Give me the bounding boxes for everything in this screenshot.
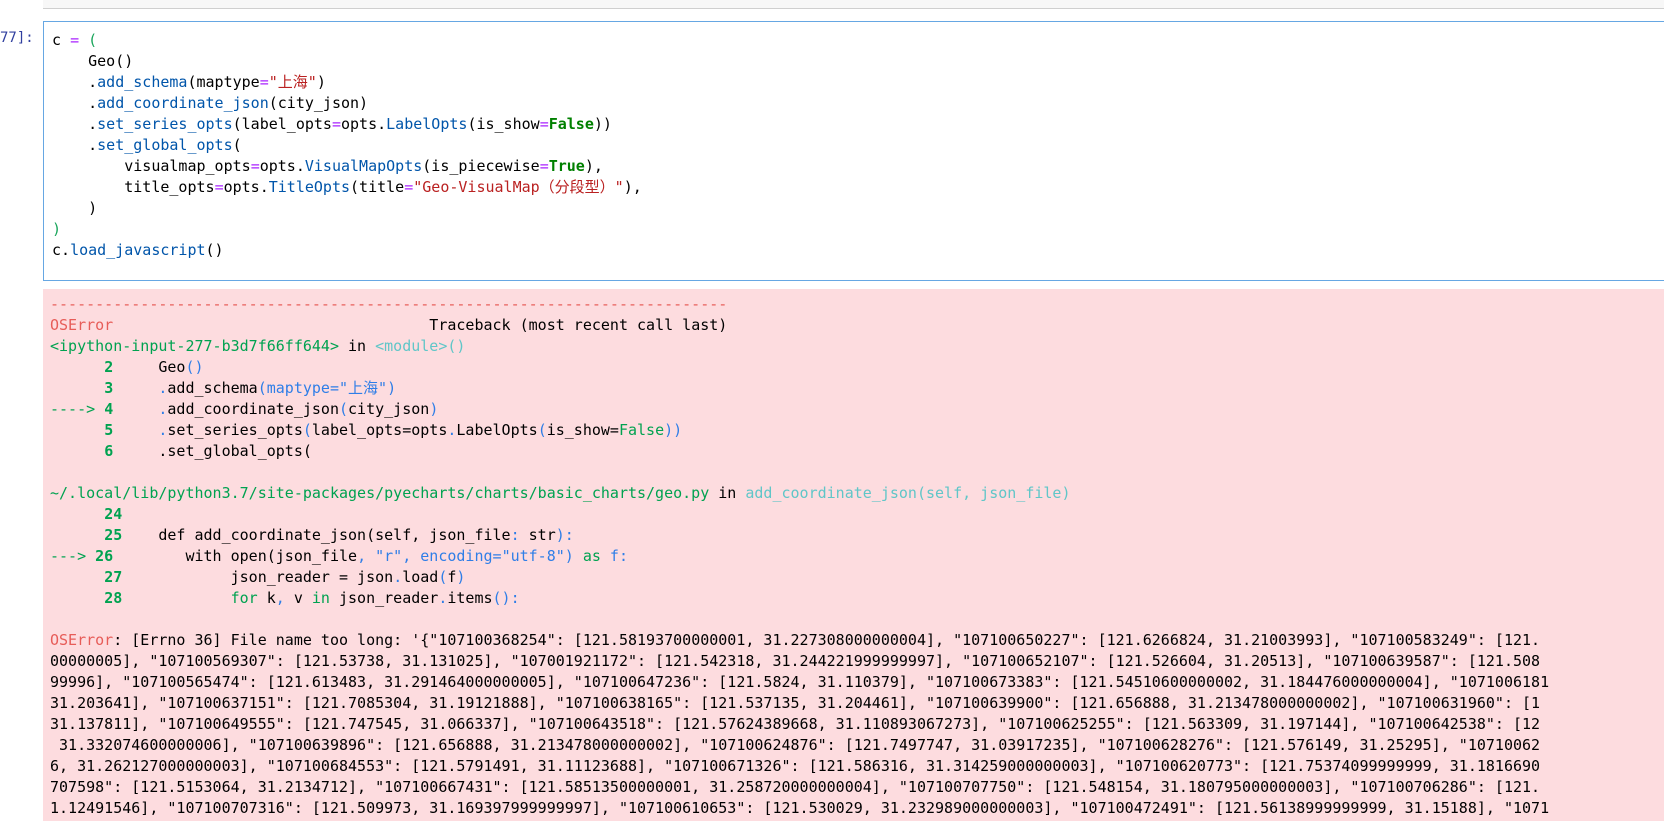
code-line: c = (	[52, 31, 98, 49]
error-output: ----------------------------------------…	[43, 289, 1664, 821]
frame-line: 28 for k, v in json_reader.items():	[104, 589, 520, 607]
error-continuation: 707598": [121.5153064, 31.2134712], "107…	[50, 778, 1541, 796]
cell-prompt: 77]:	[0, 30, 34, 46]
error-continuation: 31.203641], "107100637151": [121.7085304…	[50, 694, 1541, 712]
frame-line: 5 .set_series_opts(label_opts=opts.Label…	[104, 421, 683, 439]
code-line: .set_global_opts(	[52, 136, 242, 154]
code-line: .add_schema(maptype="上海")	[52, 73, 326, 91]
frame-line: 24	[104, 505, 123, 523]
code-line: .set_series_opts(label_opts=opts.LabelOp…	[52, 115, 612, 133]
frame-header: ~/.local/lib/python3.7/site-packages/pye…	[50, 484, 1071, 502]
frame-line: 2 Geo()	[104, 358, 204, 376]
error-continuation: 00000005], "107100569307": [121.53738, 3…	[50, 652, 1541, 670]
error-continuation: 31.137811], "107100649555": [121.747545,…	[50, 715, 1541, 733]
frame-header: <ipython-input-277-b3d7f66ff644> in <mod…	[50, 337, 466, 355]
traceback-text: ----------------------------------------…	[50, 294, 1549, 819]
traceback-separator: ----------------------------------------…	[50, 295, 728, 313]
code-line: .add_coordinate_json(city_json)	[52, 94, 369, 112]
traceback-header: OSError Traceback (most recent call last…	[50, 316, 728, 334]
frame-line-current: ----> 4 .add_coordinate_json(city_json)	[50, 400, 439, 418]
error-continuation: 6, 31.262127000000003], "107100684553": …	[50, 757, 1541, 775]
error-continuation: 99996], "107100565474": [121.613483, 31.…	[50, 673, 1550, 691]
error-continuation: 1.12491546], "107100707316": [121.509973…	[50, 799, 1550, 817]
frame-line: 6 .set_global_opts(	[104, 442, 312, 460]
error-continuation: 31.332074600000006], "107100639896": [12…	[50, 736, 1541, 754]
code-line: Geo()	[52, 52, 134, 70]
code-line: c.load_javascript()	[52, 241, 224, 259]
code-line: title_opts=opts.TitleOpts(title="Geo-Vis…	[52, 178, 642, 196]
code-line: visualmap_opts=opts.VisualMapOpts(is_pie…	[52, 157, 603, 175]
code-line: )	[52, 199, 98, 217]
final-error-line: OSError: [Errno 36] File name too long: …	[50, 631, 1541, 649]
code-block[interactable]: c = ( Geo() .add_schema(maptype="上海") .a…	[52, 30, 642, 261]
code-cell-editor[interactable]: c = ( Geo() .add_schema(maptype="上海") .a…	[43, 21, 1664, 281]
frame-line: 3 .add_schema(maptype="上海")	[104, 379, 397, 397]
frame-line-current: ---> 26 with open(json_file, "r", encodi…	[50, 547, 628, 565]
previous-cell-edge	[43, 0, 1664, 9]
frame-line: 25 def add_coordinate_json(self, json_fi…	[104, 526, 574, 544]
frame-line: 27 json_reader = json.load(f)	[104, 568, 466, 586]
code-line: )	[52, 220, 62, 238]
